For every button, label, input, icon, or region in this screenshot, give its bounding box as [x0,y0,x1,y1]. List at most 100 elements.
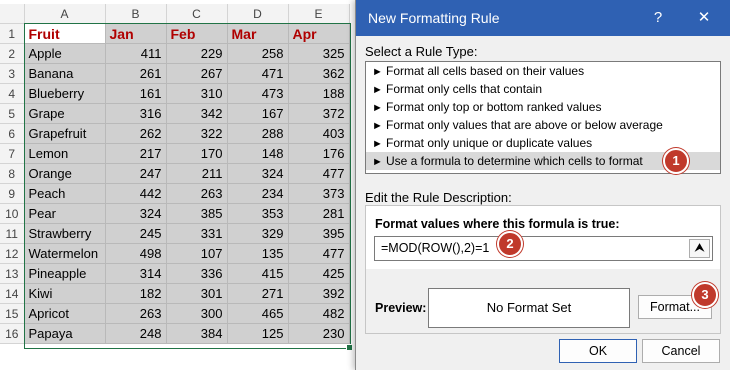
data-cell[interactable]: 263 [105,303,167,324]
data-cell[interactable]: 234 [227,183,289,204]
data-cell[interactable]: 411 [105,43,167,64]
data-cell[interactable]: Grapefruit [24,123,106,144]
rule-type-item[interactable]: ► Format only cells that contain [366,80,720,98]
column-header-c[interactable]: C [166,4,228,24]
data-cell[interactable]: 477 [288,243,350,264]
data-cell[interactable]: 314 [105,263,167,284]
header-cell[interactable]: Mar [227,23,289,44]
data-cell[interactable]: 325 [288,43,350,64]
data-cell[interactable]: 385 [166,203,228,224]
header-cell[interactable]: Apr [288,23,350,44]
data-cell[interactable]: 372 [288,103,350,124]
data-cell[interactable]: 188 [288,83,350,104]
data-cell[interactable]: 135 [227,243,289,264]
data-cell[interactable]: 465 [227,303,289,324]
row-header[interactable]: 11 [0,223,25,244]
row-header[interactable]: 5 [0,103,25,124]
row-header[interactable]: 16 [0,323,25,344]
row-header[interactable]: 3 [0,63,25,84]
data-cell[interactable]: 288 [227,123,289,144]
data-cell[interactable]: 217 [105,143,167,164]
data-cell[interactable]: 324 [105,203,167,224]
row-header[interactable]: 6 [0,123,25,144]
data-cell[interactable]: Watermelon [24,243,106,264]
data-cell[interactable]: 261 [105,63,167,84]
data-cell[interactable]: 267 [166,63,228,84]
data-cell[interactable]: 107 [166,243,228,264]
data-cell[interactable]: 281 [288,203,350,224]
cancel-button[interactable]: Cancel [642,339,720,363]
row-header[interactable]: 10 [0,203,25,224]
data-cell[interactable]: Papaya [24,323,106,344]
data-cell[interactable]: 471 [227,63,289,84]
data-cell[interactable]: 392 [288,283,350,304]
data-cell[interactable]: 324 [227,163,289,184]
rule-type-item[interactable]: ► Format only values that are above or be… [366,116,720,134]
data-cell[interactable]: 322 [166,123,228,144]
data-cell[interactable]: 395 [288,223,350,244]
row-header[interactable]: 15 [0,303,25,324]
row-header[interactable]: 13 [0,263,25,284]
data-cell[interactable]: 482 [288,303,350,324]
rule-type-item[interactable]: ► Format only unique or duplicate values [366,134,720,152]
data-cell[interactable]: 384 [166,323,228,344]
data-cell[interactable]: 373 [288,183,350,204]
data-cell[interactable]: 310 [166,83,228,104]
fill-handle[interactable] [346,344,353,351]
data-cell[interactable]: Pineapple [24,263,106,284]
data-cell[interactable]: 353 [227,203,289,224]
help-button[interactable]: ? [647,8,669,28]
data-cell[interactable]: 248 [105,323,167,344]
data-cell[interactable]: 473 [227,83,289,104]
data-cell[interactable]: 477 [288,163,350,184]
data-cell[interactable]: 170 [166,143,228,164]
data-cell[interactable]: 362 [288,63,350,84]
rule-type-item[interactable]: ► Format only top or bottom ranked values [366,98,720,116]
collapse-dialog-icon[interactable]: ⮝ [689,239,710,258]
data-cell[interactable]: 336 [166,263,228,284]
row-header[interactable]: 4 [0,83,25,104]
data-cell[interactable]: 415 [227,263,289,284]
data-cell[interactable]: 498 [105,243,167,264]
column-header-d[interactable]: D [227,4,289,24]
row-header[interactable]: 8 [0,163,25,184]
data-cell[interactable]: Apple [24,43,106,64]
formula-input[interactable]: =MOD(ROW(),2)=1 ⮝ [374,236,713,261]
data-cell[interactable]: 300 [166,303,228,324]
data-cell[interactable]: 230 [288,323,350,344]
row-header[interactable]: 9 [0,183,25,204]
data-cell[interactable]: 245 [105,223,167,244]
data-cell[interactable]: Pear [24,203,106,224]
row-header[interactable]: 2 [0,43,25,64]
data-cell[interactable]: Lemon [24,143,106,164]
select-all-corner[interactable] [0,4,25,24]
data-cell[interactable]: 182 [105,283,167,304]
data-cell[interactable]: Orange [24,163,106,184]
data-cell[interactable]: Kiwi [24,283,106,304]
data-cell[interactable]: 167 [227,103,289,124]
data-cell[interactable]: 301 [166,283,228,304]
dialog-titlebar[interactable]: New Formatting Rule ? ✕ [356,0,730,36]
column-header-b[interactable]: B [105,4,167,24]
data-cell[interactable]: 316 [105,103,167,124]
data-cell[interactable]: 442 [105,183,167,204]
data-cell[interactable]: 211 [166,163,228,184]
data-cell[interactable]: 262 [105,123,167,144]
row-header[interactable]: 12 [0,243,25,264]
data-cell[interactable]: Grape [24,103,106,124]
data-cell[interactable]: Peach [24,183,106,204]
row-header[interactable]: 7 [0,143,25,164]
data-cell[interactable]: 176 [288,143,350,164]
data-cell[interactable]: 403 [288,123,350,144]
header-cell[interactable]: Jan [105,23,167,44]
data-cell[interactable]: Blueberry [24,83,106,104]
data-cell[interactable]: 342 [166,103,228,124]
column-header-a[interactable]: A [24,4,106,24]
data-cell[interactable]: 271 [227,283,289,304]
header-cell[interactable]: Fruit [24,23,106,44]
data-cell[interactable]: Banana [24,63,106,84]
close-button[interactable]: ✕ [693,8,715,28]
header-cell[interactable]: Feb [166,23,228,44]
row-header[interactable]: 14 [0,283,25,304]
data-cell[interactable]: Strawberry [24,223,106,244]
